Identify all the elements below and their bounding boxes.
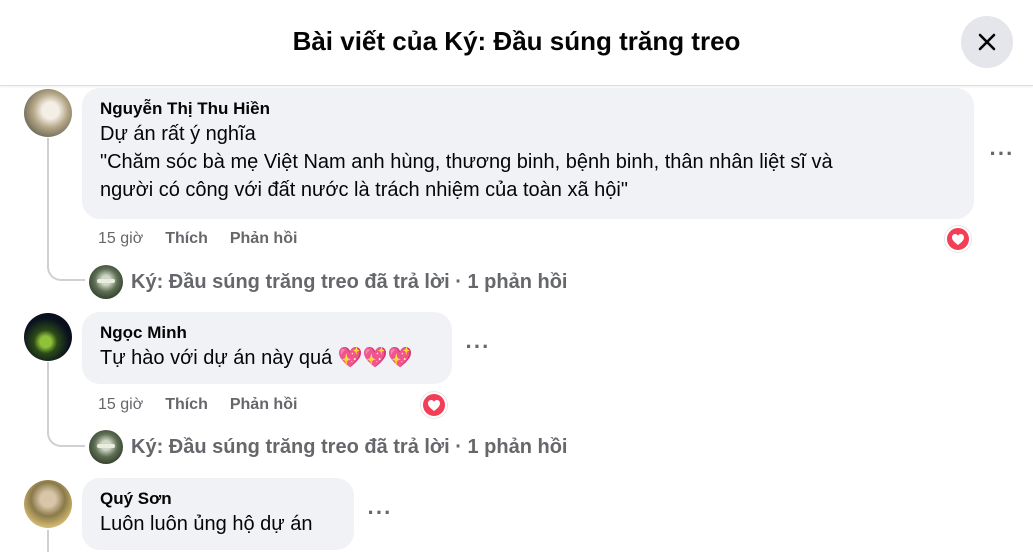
thread-line	[47, 362, 49, 429]
more-options-button[interactable]: ···	[364, 497, 396, 529]
comment-bubble: Nguyễn Thị Thu Hiền Dự án rất ý nghĩa "C…	[82, 88, 974, 219]
thread-line	[47, 530, 49, 552]
reply-summary: Ký: Đầu súng trăng treo đã trả lời · 1 p…	[131, 270, 568, 293]
close-button[interactable]	[961, 16, 1013, 68]
more-options-icon: ···	[989, 141, 1015, 166]
reply-summary: Ký: Đầu súng trăng treo đã trả lời · 1 p…	[131, 435, 568, 458]
more-options-icon: ···	[367, 500, 393, 525]
comment-actions: 15 giờ Thích Phản hồi	[98, 396, 297, 414]
reply-link[interactable]: Phản hồi	[230, 230, 298, 248]
comment-bubble: Quý Sơn Luôn luôn ủng hộ dự án	[82, 478, 354, 550]
dialog-header: Bài viết của Ký: Đầu súng trăng treo	[0, 0, 1033, 86]
thread-connector	[47, 263, 85, 281]
more-options-icon: ···	[465, 334, 491, 359]
comment-actions: 15 giờ Thích Phản hồi	[98, 230, 297, 248]
comment-timestamp[interactable]: 15 giờ	[98, 396, 143, 414]
comment-bubble: Ngọc Minh Tự hào với dự án này quá 💖💖💖	[82, 312, 452, 384]
heart-reaction-icon	[428, 399, 440, 411]
comment-author[interactable]: Ngọc Minh	[100, 322, 436, 344]
comment-text-line: "Chăm sóc bà mẹ Việt Nam anh hùng, thươn…	[100, 151, 833, 173]
comment-author[interactable]: Quý Sơn	[100, 488, 338, 510]
reply-avatar	[89, 430, 123, 464]
comment-text-line: Tự hào với dự án này quá 💖💖💖	[100, 347, 413, 369]
comment-timestamp[interactable]: 15 giờ	[98, 230, 143, 248]
close-icon	[978, 33, 996, 51]
reaction-badge[interactable]	[945, 226, 971, 252]
view-replies-link[interactable]: Ký: Đầu súng trăng treo đã trả lời · 1 p…	[89, 265, 567, 299]
comment-author[interactable]: Nguyễn Thị Thu Hiền	[100, 98, 958, 120]
reaction-badge[interactable]	[421, 392, 447, 418]
avatar[interactable]	[24, 89, 72, 137]
comment-text-line: Luôn luôn ủng hộ dự án	[100, 513, 313, 535]
view-replies-link[interactable]: Ký: Đầu súng trăng treo đã trả lời · 1 p…	[89, 430, 567, 464]
comment-text-line: Dự án rất ý nghĩa	[100, 123, 256, 145]
reply-avatar	[89, 265, 123, 299]
like-link[interactable]: Thích	[165, 230, 208, 248]
avatar[interactable]	[24, 313, 72, 361]
like-link[interactable]: Thích	[165, 396, 208, 414]
more-options-button[interactable]: ···	[462, 331, 494, 363]
thread-connector	[47, 429, 85, 447]
reply-link[interactable]: Phản hồi	[230, 396, 298, 414]
dialog-title: Bài viết của Ký: Đầu súng trăng treo	[292, 26, 741, 56]
avatar[interactable]	[24, 480, 72, 528]
comment-text-line: người có công với đất nước là trách nhiệ…	[100, 179, 628, 201]
more-options-button[interactable]: ···	[986, 138, 1018, 170]
thread-line	[47, 138, 49, 263]
heart-reaction-icon	[952, 233, 964, 245]
